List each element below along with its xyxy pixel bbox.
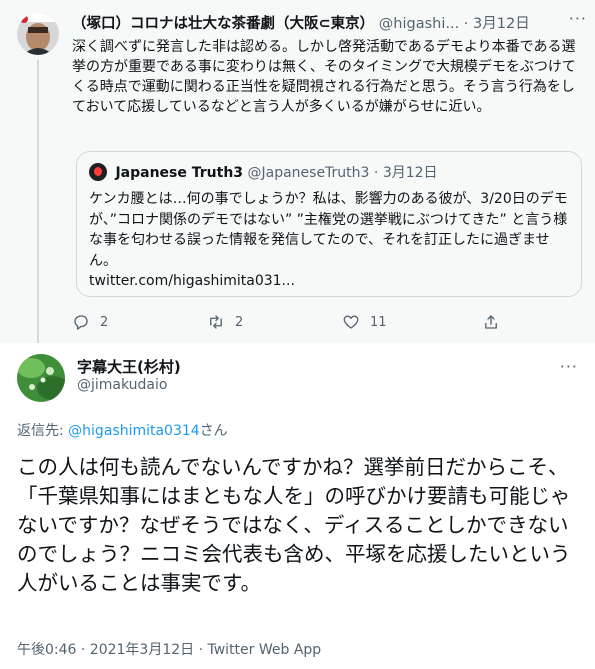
quoted-tweet-body: ケンカ腰とは…何の事でしょうか？私は、影響力のある彼が、3/20日のデモが、”コ… [89, 189, 569, 292]
like-count: 11 [370, 314, 387, 330]
parent-timestamp[interactable]: 3月12日 [473, 16, 530, 32]
reply-button[interactable]: 2 [72, 310, 108, 334]
quoted-display-name: Japanese Truth3 [115, 165, 244, 181]
retweet-icon [210, 315, 222, 329]
main-tweet-meta[interactable]: 午後0:46 · 2021年3月12日 · Twitter Web App [17, 639, 321, 659]
like-button[interactable]: 11 [342, 310, 387, 334]
parent-tweet[interactable]: （塚口）コロナは壮大な茶番劇（大阪⊂東京） @higashi... · 3月12… [0, 0, 595, 350]
main-more-icon[interactable]: ··· [560, 357, 578, 376]
parent-avatar[interactable] [17, 13, 59, 55]
parent-display-name[interactable]: （塚口）コロナは壮大な茶番劇（大阪⊂東京） [72, 16, 374, 32]
parent-more-icon[interactable]: ··· [569, 9, 587, 28]
parent-action-bar: 2 2 11 [72, 310, 512, 334]
reply-prefix: 返信先: [17, 423, 69, 439]
main-display-name[interactable]: 字幕大王(杉村) [77, 356, 181, 377]
share-icon [485, 315, 497, 329]
thread-connector-line [37, 60, 39, 350]
quoted-tweet-link[interactable]: twitter.com/higashimita031... [89, 273, 295, 289]
reply-mention-link[interactable]: @higashimita0314 [68, 423, 200, 439]
retweet-button[interactable]: 2 [207, 310, 243, 334]
parent-handle[interactable]: @higashi... [379, 16, 459, 32]
like-icon [343, 315, 359, 329]
retweet-count: 2 [235, 314, 244, 330]
reply-suffix: さん [199, 423, 228, 439]
quoted-tweet[interactable]: Japanese Truth3 @JapaneseTruth3 · 3月12日 … [76, 151, 582, 297]
quoted-timestamp: 3月12日 [382, 165, 438, 181]
quoted-tweet-header: Japanese Truth3 @JapaneseTruth3 · 3月12日 [89, 162, 438, 182]
main-handle[interactable]: @jimakudaio [77, 377, 167, 393]
share-button[interactable] [482, 310, 500, 334]
parent-separator: · [463, 16, 469, 32]
quoted-separator: · [373, 165, 379, 181]
reply-to-line: 返信先: @higashimita0314さん [17, 420, 228, 440]
main-avatar[interactable] [17, 354, 65, 402]
parent-tweet-text: 深く調べずに発言した非は認める。しかし啓発活動であるデモより本番である選挙の方が… [72, 39, 576, 115]
main-tweet: 字幕大王(杉村) @jimakudaio ··· 返信先: @higashimi… [0, 343, 595, 669]
quoted-tweet-text: ケンカ腰とは…何の事でしょうか？私は、影響力のある彼が、3/20日のデモが、”コ… [89, 191, 568, 269]
quoted-avatar [89, 163, 107, 181]
reply-count: 2 [100, 314, 109, 330]
parent-tweet-header: （塚口）コロナは壮大な茶番劇（大阪⊂東京） @higashi... · 3月12… [72, 9, 587, 34]
reply-icon [74, 315, 88, 330]
main-tweet-text: この人は何も読んでないんですかね？選挙前日だからこそ、「千葉県知事にはまともな人… [17, 455, 571, 595]
quoted-handle: @JapaneseTruth3 [247, 165, 370, 181]
